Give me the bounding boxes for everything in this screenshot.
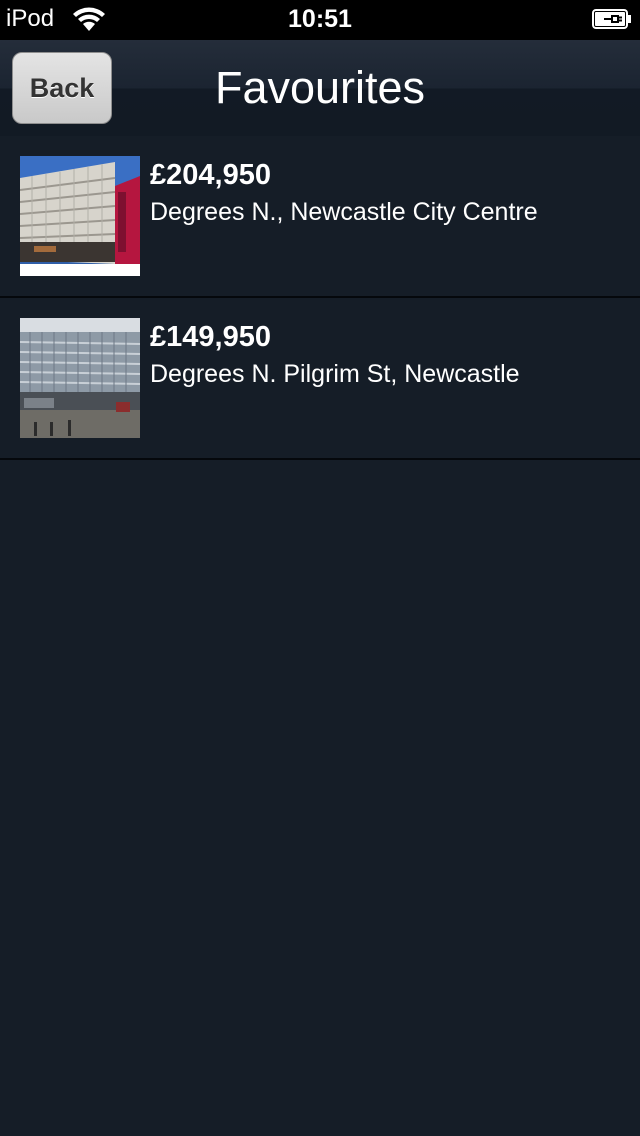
property-thumbnail bbox=[20, 156, 140, 276]
property-address: Degrees N. Pilgrim St, Newcastle bbox=[150, 360, 520, 388]
favourites-list: £204,950 Degrees N., Newcastle City Cent… bbox=[0, 136, 640, 460]
property-price: £204,950 bbox=[150, 159, 271, 191]
list-item[interactable]: £204,950 Degrees N., Newcastle City Cent… bbox=[0, 136, 640, 298]
favourites-screen: iPod 10:51 Back Favourites £204,950 Degr… bbox=[0, 0, 640, 1136]
list-item[interactable]: £149,950 Degrees N. Pilgrim St, Newcastl… bbox=[0, 298, 640, 460]
status-bar: iPod 10:51 bbox=[0, 0, 640, 40]
property-price: £149,950 bbox=[150, 321, 271, 353]
property-thumbnail bbox=[20, 318, 140, 438]
property-address: Degrees N., Newcastle City Centre bbox=[150, 198, 538, 226]
battery-charging-icon bbox=[592, 9, 631, 29]
navigation-bar: Back Favourites bbox=[0, 40, 640, 136]
status-time: 10:51 bbox=[288, 5, 352, 33]
page-title: Favourites bbox=[214, 62, 426, 113]
